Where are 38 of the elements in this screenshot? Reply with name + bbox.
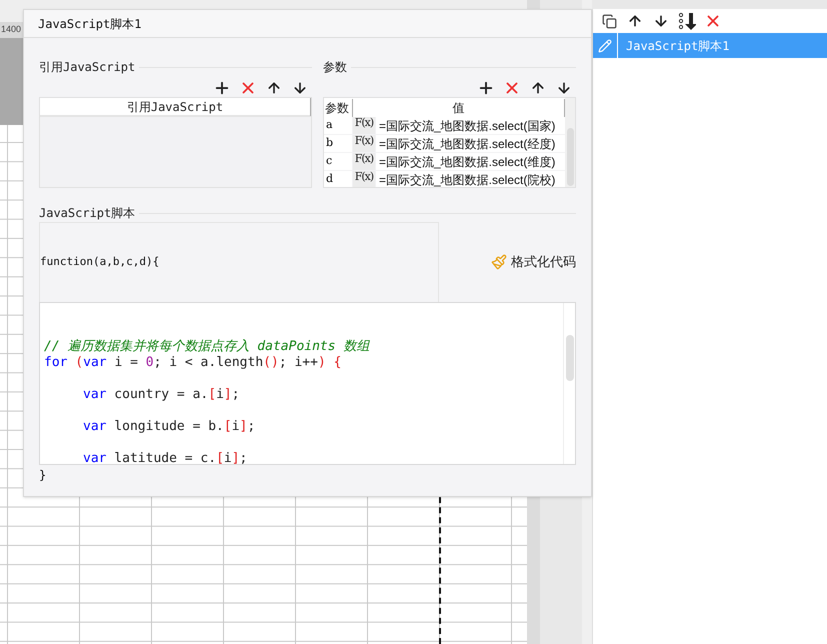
pencil-icon [598, 38, 612, 52]
code-line: var longitude = b.[i]; [83, 419, 256, 435]
plus-icon [477, 79, 495, 97]
table-cell[interactable]: =国际交流_地图数据.select(院校) [376, 171, 565, 187]
section-title: 参数 [322, 59, 347, 76]
code-line: var latitude = c.[i]; [83, 451, 248, 464]
format-code-button[interactable]: 格式化代码 [491, 252, 576, 272]
scrollbar-thumb[interactable] [566, 335, 574, 381]
formula-button[interactable]: F(x) [352, 117, 375, 134]
table-cell: d [324, 171, 352, 187]
closing-brace: } [39, 467, 46, 484]
table-cell[interactable]: =国际交流_地图数据.select(维度) [376, 153, 565, 170]
column-header: 引用JavaScript [40, 98, 311, 116]
formula-button[interactable]: F(x) [352, 135, 375, 152]
dots-down-arrow-icon [678, 12, 696, 30]
ruler-label: 1400 [0, 23, 22, 36]
down-arrow-icon [556, 80, 572, 96]
table-cell: c [324, 153, 352, 170]
down-arrow-icon [653, 13, 669, 29]
section-title: JavaScript脚本 [39, 205, 136, 222]
table-cell: b [324, 135, 352, 152]
move-to-bottom-button[interactable] [677, 11, 697, 31]
copy-icon [602, 14, 616, 28]
formula-button[interactable]: F(x) [352, 171, 375, 187]
table-cell[interactable]: =国际交流_地图数据.select(国家) [376, 117, 565, 134]
code-line: var country = a.[i]; [83, 387, 240, 403]
dialog-title: JavaScript脚本1 [38, 16, 142, 32]
code-line: for (var i = 0; i < a.length(); i++) { [44, 355, 342, 371]
table-cell[interactable]: =国际交流_地图数据.select(经度) [376, 135, 565, 152]
broom-icon [491, 254, 507, 270]
table-cell: a [324, 117, 352, 134]
code-editor[interactable]: // 遍历数据集并将每个数据点存入 dataPoints 数组 for (var i = 0; i < a.length(); i++) { var country = a.[i]; var longitude = b.[i]; var latitude = c.[i]; [39, 302, 576, 465]
scrollbar-thumb[interactable] [566, 128, 574, 186]
code-line: // 遍历数据集并将每个数据点存入 dataPoints 数组 [44, 339, 370, 355]
up-arrow-icon [530, 80, 546, 96]
formula-button[interactable]: F(x) [352, 153, 375, 170]
section-title: 引用JavaScript [39, 59, 136, 76]
up-arrow-icon [627, 13, 643, 29]
